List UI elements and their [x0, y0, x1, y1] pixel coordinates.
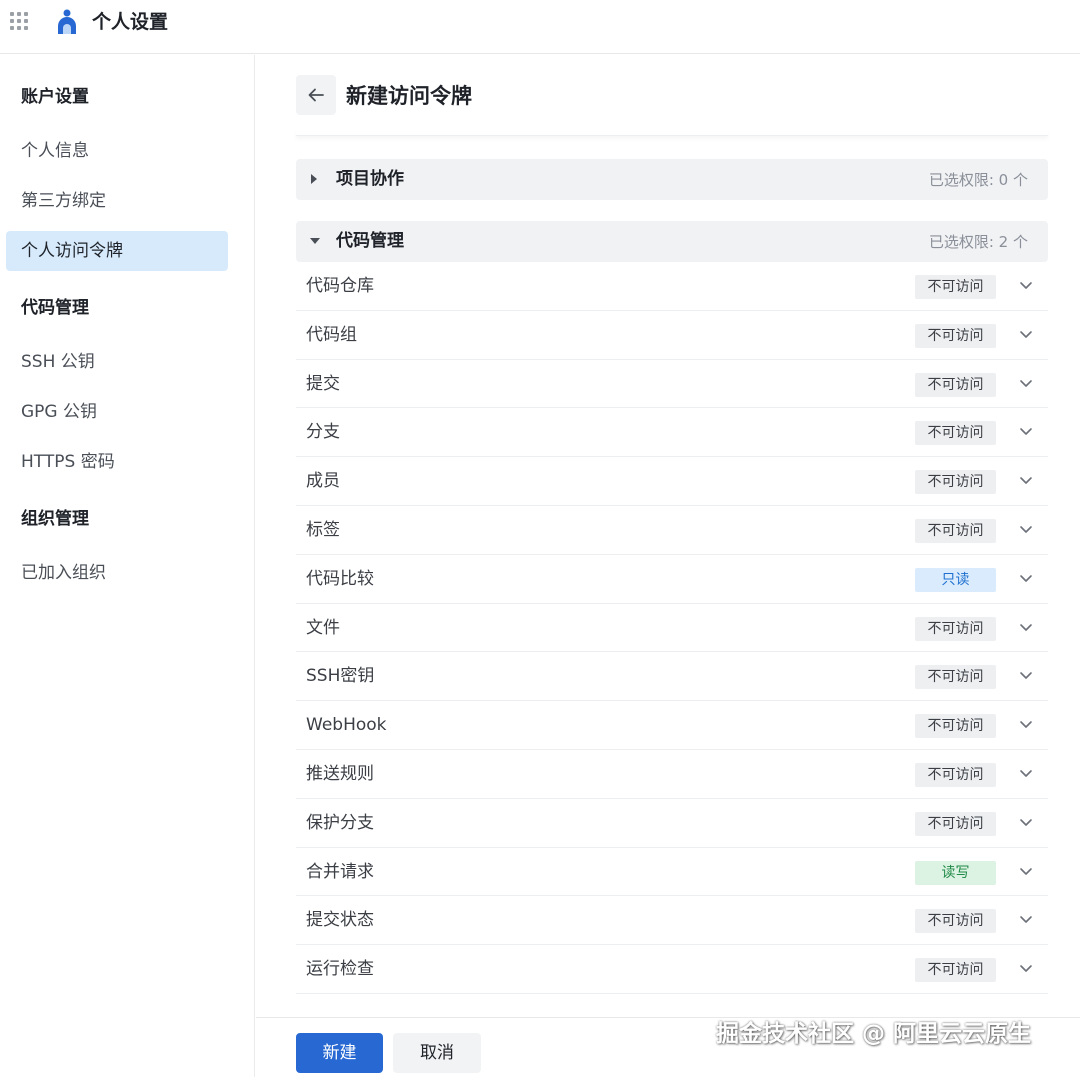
section-title: 代码管理 [336, 231, 404, 251]
access-level-badge[interactable]: 不可访问 [915, 714, 996, 739]
access-level-badge[interactable]: 不可访问 [915, 909, 996, 934]
sidebar-item-gpg-key[interactable]: GPG 公钥 [6, 392, 228, 432]
permission-label: WebHook [306, 715, 387, 736]
access-level-badge[interactable]: 不可访问 [915, 665, 996, 690]
permission-row: 成员 不可访问 [296, 457, 1048, 506]
chevron-down-icon[interactable] [1018, 911, 1034, 927]
chevron-down-icon[interactable] [1018, 423, 1034, 439]
sidebar-item-third-party[interactable]: 第三方绑定 [6, 181, 228, 221]
arrow-left-icon [308, 88, 324, 102]
section-title: 项目协作 [336, 169, 404, 189]
logo-icon [58, 9, 76, 34]
permission-label: 成员 [306, 471, 340, 492]
permission-row: SSH密钥 不可访问 [296, 652, 1048, 702]
create-button[interactable]: 新建 [296, 1033, 383, 1073]
access-level-badge[interactable]: 不可访问 [915, 518, 996, 543]
permission-row: 代码仓库 不可访问 [296, 262, 1048, 311]
permission-label: 合并请求 [306, 861, 374, 882]
access-level-badge[interactable]: 不可访问 [915, 470, 996, 495]
sidebar-item-ssh-key[interactable]: SSH 公钥 [6, 342, 228, 382]
access-level-badge[interactable]: 读写 [915, 860, 996, 885]
app-title: 个人设置 [92, 11, 169, 33]
permission-label: 代码组 [306, 324, 357, 345]
permission-row: 推送规则 不可访问 [296, 750, 1048, 799]
access-level-badge[interactable]: 不可访问 [915, 616, 996, 641]
permission-row: 运行检查 不可访问 [296, 945, 1048, 994]
sidebar-group-code: 代码管理 [21, 298, 89, 318]
permission-label: 提交 [306, 373, 340, 394]
chevron-down-icon[interactable] [1018, 521, 1034, 537]
permission-row: 提交状态 不可访问 [296, 896, 1048, 946]
cancel-button[interactable]: 取消 [393, 1033, 481, 1073]
chevron-down-icon[interactable] [1018, 326, 1034, 342]
permission-label: SSH密钥 [306, 666, 375, 687]
permission-row: 文件 不可访问 [296, 604, 1048, 653]
permission-label: 代码比较 [306, 568, 374, 589]
permission-row: 标签 不可访问 [296, 506, 1048, 555]
permission-label: 文件 [306, 617, 340, 638]
section-selected-count: 已选权限: 2 个 [928, 233, 1028, 251]
access-level-badge[interactable]: 不可访问 [915, 372, 996, 397]
permission-row: 保护分支 不可访问 [296, 799, 1048, 848]
chevron-down-icon[interactable] [1018, 375, 1034, 391]
permission-label: 保护分支 [306, 812, 374, 833]
permission-list: 代码仓库 不可访问 代码组 不可访问 提交 不可访问 分支 不可访问 成员 不可访问 标签 不可访问代… [296, 262, 1048, 994]
permission-row: 代码组 不可访问 [296, 311, 1048, 360]
permission-row: 合并请求 读写 [296, 848, 1048, 897]
section-selected-count: 已选权限: 0 个 [928, 171, 1028, 189]
permission-label: 提交状态 [306, 910, 374, 931]
chevron-down-icon[interactable] [1018, 716, 1034, 732]
chevron-down-icon[interactable] [1018, 960, 1034, 976]
chevron-down-icon[interactable] [1018, 619, 1034, 635]
permission-label: 代码仓库 [306, 276, 374, 296]
access-level-badge[interactable]: 不可访问 [915, 762, 996, 787]
access-level-badge[interactable]: 不可访问 [915, 275, 996, 299]
caret-right-icon [311, 174, 317, 184]
access-level-badge[interactable]: 只读 [915, 567, 996, 592]
permission-label: 分支 [306, 422, 340, 443]
chevron-down-icon[interactable] [1018, 765, 1034, 781]
permission-row: WebHook 不可访问 [296, 701, 1048, 750]
top-bar: 个人设置 [0, 0, 1080, 54]
access-level-badge[interactable]: 不可访问 [915, 811, 996, 836]
chevron-down-icon[interactable] [1018, 472, 1034, 488]
permission-row: 分支 不可访问 [296, 408, 1048, 458]
chevron-down-icon[interactable] [1018, 277, 1034, 293]
access-level-badge[interactable]: 不可访问 [915, 323, 996, 348]
sidebar-item-https-password[interactable]: HTTPS 密码 [6, 442, 228, 482]
sidebar-item-profile[interactable]: 个人信息 [6, 131, 228, 171]
sidebar-item-access-token[interactable]: 个人访问令牌 [6, 231, 228, 271]
chevron-down-icon[interactable] [1018, 667, 1034, 683]
access-level-badge[interactable]: 不可访问 [915, 421, 996, 446]
page-title: 新建访问令牌 [346, 84, 472, 108]
permission-label: 标签 [306, 519, 340, 540]
watermark: 掘金技术社区 @ 阿里云云原生 [716, 1021, 1032, 1047]
back-button[interactable] [296, 75, 336, 115]
sidebar-item-joined-orgs[interactable]: 已加入组织 [6, 553, 228, 593]
permission-row: 提交 不可访问 [296, 360, 1048, 409]
chevron-down-icon[interactable] [1018, 863, 1034, 879]
sidebar-group-org: 组织管理 [21, 509, 89, 529]
permission-row: 代码比较 只读 [296, 555, 1048, 604]
chevron-down-icon[interactable] [1018, 814, 1034, 830]
access-level-badge[interactable]: 不可访问 [915, 958, 996, 983]
caret-down-icon [310, 238, 320, 244]
sidebar-group-account: 账户设置 [21, 87, 89, 107]
section-code-management[interactable]: 代码管理 已选权限: 2 个 [296, 221, 1048, 262]
section-project-collab[interactable]: 项目协作 已选权限: 0 个 [296, 159, 1048, 200]
permission-label: 运行检查 [306, 959, 374, 980]
divider [296, 130, 1048, 136]
chevron-down-icon[interactable] [1018, 570, 1034, 586]
permission-label: 推送规则 [306, 763, 374, 784]
apps-grid-icon[interactable] [10, 12, 28, 30]
